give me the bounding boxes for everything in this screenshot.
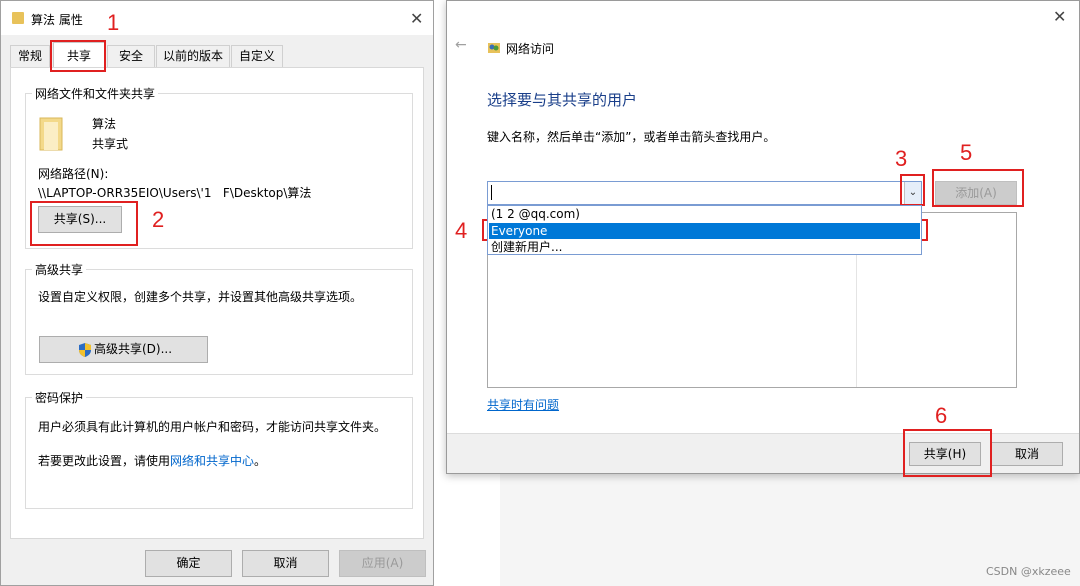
network-path-label: 网络路径(N):: [38, 167, 109, 181]
advanced-sharing-button[interactable]: 高级共享(D)...: [39, 336, 208, 363]
group-title: 密码保护: [32, 389, 87, 406]
password-description: 用户必须具有此计算机的用户帐户和密码，才能访问共享文件夹。: [38, 420, 387, 434]
group-title: 高级共享: [32, 261, 87, 278]
dropdown-item-create-user[interactable]: 创建新用户...: [489, 239, 920, 255]
tab-customize[interactable]: 自定义: [231, 45, 283, 67]
add-button[interactable]: 添加(A): [935, 181, 1017, 205]
hint-suffix: 。: [254, 454, 267, 468]
dropdown-item-everyone[interactable]: Everyone: [489, 223, 920, 239]
text-caret: [491, 185, 492, 200]
annotation-number-5: 5: [960, 140, 973, 165]
annotation-number-4: 4: [455, 218, 468, 243]
watermark: CSDN @xkzeee: [986, 565, 1071, 578]
advanced-sharing-description: 设置自定义权限，创建多个共享，并设置其他高级共享选项。: [38, 290, 363, 304]
tab-sharing[interactable]: 共享: [53, 42, 105, 68]
network-access-dialog: ✕ ← 网络访问 选择要与其共享的用户 键入名称，然后单击“添加”，或者单击箭头…: [446, 0, 1080, 474]
share-confirm-button[interactable]: 共享(H): [909, 442, 981, 466]
network-sharing-center-link[interactable]: 网络和共享中心: [170, 454, 254, 468]
share-cancel-button[interactable]: 取消: [991, 442, 1063, 466]
advanced-sharing-group: 高级共享 设置自定义权限，创建多个共享，并设置其他高级共享选项。 高级共享(D)…: [25, 261, 413, 375]
sharing-tab-panel: 网络文件和文件夹共享 算法 共享式 网络路径(N): \\LAPTOP-ORR3…: [10, 67, 424, 539]
password-change-hint: 若要更改此设置，请使用网络和共享中心。: [38, 452, 266, 469]
uac-shield-icon: [79, 343, 91, 357]
network-path-value: \\LAPTOP-ORR35EIO\Users\'1 F\Desktop\算法: [38, 186, 312, 200]
sharing-problem-link[interactable]: 共享时有问题: [487, 396, 559, 413]
annotation-number-2: 2: [152, 207, 165, 232]
tab-security[interactable]: 安全: [107, 45, 155, 67]
folder-name: 算法: [92, 117, 117, 131]
advanced-sharing-label: 高级共享(D)...: [94, 342, 173, 356]
user-dropdown-list: (1 2 @qq.com) Everyone 创建新用户...: [487, 205, 922, 255]
ok-button[interactable]: 确定: [145, 550, 232, 577]
folder-icon: [39, 117, 63, 151]
cancel-button[interactable]: 取消: [242, 550, 329, 577]
apply-button[interactable]: 应用(A): [339, 550, 426, 577]
dropdown-arrow-icon[interactable]: ⌄: [904, 182, 921, 204]
back-arrow-icon[interactable]: ←: [455, 37, 467, 53]
window-title: 算法 属性: [31, 13, 83, 27]
tab-general[interactable]: 常规: [10, 45, 50, 67]
dialog-footer: 共享(H) 取消: [447, 433, 1079, 473]
dialog-heading: 选择要与其共享的用户: [487, 91, 638, 109]
folder-icon: [12, 12, 24, 24]
annotation-number-6: 6: [935, 403, 948, 428]
folder-share-state: 共享式: [92, 137, 129, 151]
properties-window: 算法 属性 ✕ 常规 共享 安全 以前的版本 自定义 网络文件和文件夹共享 算法…: [0, 0, 434, 586]
close-icon[interactable]: ✕: [1053, 7, 1066, 26]
dropdown-item-user[interactable]: (1 2 @qq.com): [489, 206, 920, 222]
dialog-instruction: 键入名称，然后单击“添加”，或者单击箭头查找用户。: [487, 130, 776, 144]
group-title: 网络文件和文件夹共享: [32, 85, 159, 102]
network-users-icon: [488, 43, 500, 53]
annotation-number-3: 3: [895, 146, 908, 171]
annotation-number-1: 1: [107, 10, 120, 35]
dialog-title: 网络访问: [506, 42, 555, 56]
user-name-combobox[interactable]: ⌄: [487, 181, 922, 205]
title-bar: 算法 属性 ✕: [1, 1, 433, 35]
tab-previous-versions[interactable]: 以前的版本: [156, 45, 230, 67]
share-button[interactable]: 共享(S)...: [38, 206, 122, 233]
hint-prefix: 若要更改此设置，请使用: [38, 454, 171, 468]
password-protection-group: 密码保护 用户必须具有此计算机的用户帐户和密码，才能访问共享文件夹。 若要更改此…: [25, 389, 413, 509]
network-sharing-group: 网络文件和文件夹共享 算法 共享式 网络路径(N): \\LAPTOP-ORR3…: [25, 85, 413, 249]
close-icon[interactable]: ✕: [410, 9, 423, 28]
